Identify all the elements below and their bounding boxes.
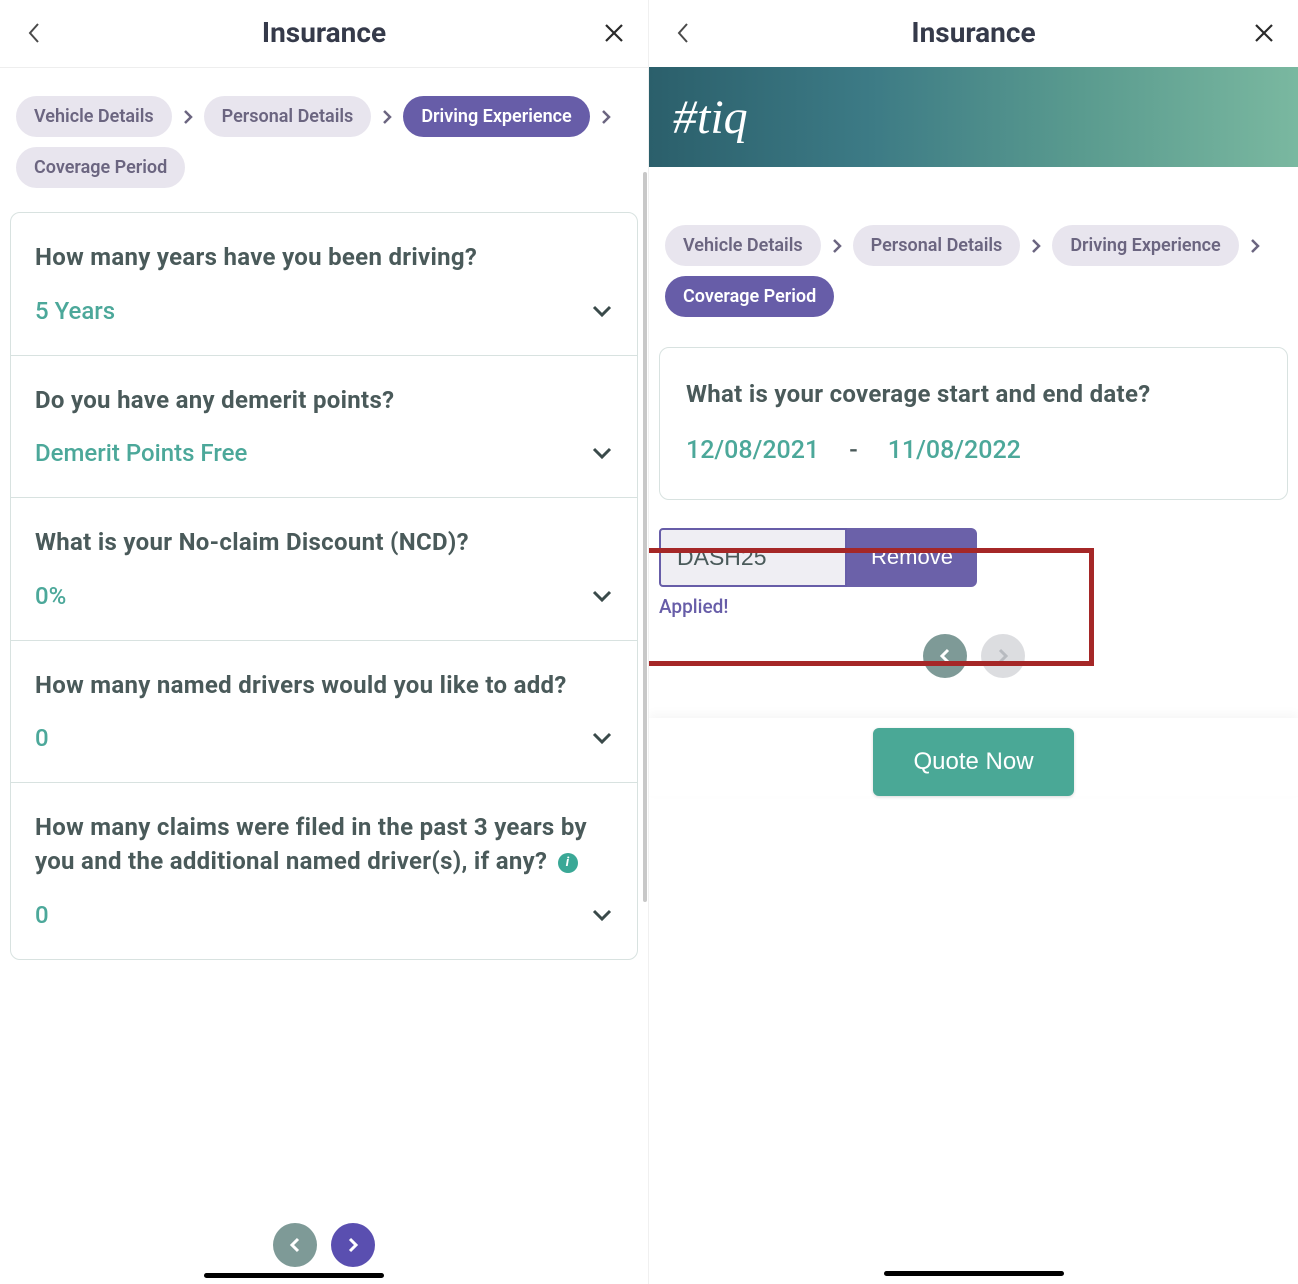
chevron-right-icon [996,647,1010,665]
promo-code-input[interactable] [659,528,847,587]
crumb-driving-experience[interactable]: Driving Experience [1052,225,1238,266]
date-separator: - [849,436,858,465]
dropdown-value: 0 [35,901,49,929]
close-icon [1253,22,1275,44]
question-text: How many claims were filed in the past 3… [35,811,613,878]
form-content: What is your coverage start and end date… [649,327,1298,510]
chevron-right-icon [381,109,393,125]
question-ncd: What is your No-claim Discount (NCD)? 0% [11,498,637,641]
chevron-left-icon [27,22,41,44]
question-years-driving: How many years have you been driving? 5 … [11,213,637,356]
form-card: How many years have you been driving? 5 … [10,212,638,960]
nav-prev-button[interactable] [273,1223,317,1267]
crumb-personal-details[interactable]: Personal Details [204,96,372,137]
crumb-coverage-period[interactable]: Coverage Period [665,276,834,317]
quote-now-button[interactable]: Quote Now [873,728,1073,796]
nav-next-button[interactable] [331,1223,375,1267]
question-text: What is your coverage start and end date… [686,378,1261,412]
dropdown-years-driving[interactable]: 5 Years [35,297,613,325]
bottom-nav [0,1205,648,1278]
chevron-right-icon [1030,238,1042,254]
dropdown-value: 0% [35,582,66,610]
home-indicator[interactable] [884,1271,1064,1276]
chevron-right-icon [600,109,612,125]
question-text: Do you have any demerit points? [35,384,613,418]
quote-button-wrap: Quote Now [649,718,1298,796]
remove-promo-button[interactable]: Remove [847,528,977,587]
chevron-down-icon [591,446,613,460]
nav-prev-button[interactable] [923,634,967,678]
scrollbar[interactable] [643,172,647,902]
question-text: What is your No-claim Discount (NCD)? [35,526,613,560]
chevron-down-icon [591,908,613,922]
question-claims: How many claims were filed in the past 3… [11,783,637,958]
brand-banner: #tiq [649,67,1298,167]
close-button[interactable] [1252,21,1276,45]
chevron-down-icon [591,304,613,318]
header: Insurance [0,0,648,68]
pagination-nav [649,634,1298,678]
header: Insurance [649,0,1298,67]
close-icon [603,22,625,44]
chevron-left-icon [676,22,690,44]
nav-next-button [981,634,1025,678]
page-title: Insurance [262,16,386,49]
crumb-driving-experience[interactable]: Driving Experience [403,96,589,137]
date-range-picker[interactable]: 12/08/2021 - 11/08/2022 [686,436,1261,465]
crumb-vehicle-details[interactable]: Vehicle Details [665,225,821,266]
crumb-coverage-period[interactable]: Coverage Period [16,147,185,188]
page-title: Insurance [911,16,1035,49]
chevron-down-icon [591,589,613,603]
crumb-vehicle-details[interactable]: Vehicle Details [16,96,172,137]
breadcrumb: Vehicle Details Personal Details Driving… [649,167,1298,327]
close-button[interactable] [602,21,626,45]
start-date: 12/08/2021 [686,436,819,465]
brand-logo: #tiq [673,90,748,145]
dropdown-ncd[interactable]: 0% [35,582,613,610]
dropdown-demerit-points[interactable]: Demerit Points Free [35,439,613,467]
chevron-left-icon [938,647,952,665]
question-named-drivers: How many named drivers would you like to… [11,641,637,784]
chevron-right-icon [1249,238,1261,254]
end-date: 11/08/2022 [888,436,1021,465]
question-demerit-points: Do you have any demerit points? Demerit … [11,356,637,499]
question-coverage-dates: What is your coverage start and end date… [660,348,1287,499]
dropdown-claims[interactable]: 0 [35,901,613,929]
screen-coverage-period: Insurance #tiq Vehicle Details Personal … [649,0,1298,1284]
form-content: How many years have you been driving? 5 … [0,198,648,970]
question-text: How many named drivers would you like to… [35,669,613,703]
chevron-right-icon [831,238,843,254]
screen-driving-experience: Insurance Vehicle Details Personal Detai… [0,0,649,1284]
dropdown-named-drivers[interactable]: 0 [35,724,613,752]
promo-status-text: Applied! [659,595,1288,618]
home-indicator[interactable] [204,1273,384,1278]
info-icon[interactable]: i [558,853,578,873]
promo-code-section: Remove Applied! [649,510,1298,628]
question-label: How many claims were filed in the past 3… [35,813,587,875]
form-card: What is your coverage start and end date… [659,347,1288,500]
crumb-personal-details[interactable]: Personal Details [853,225,1021,266]
dropdown-value: 5 Years [35,297,115,325]
dropdown-value: Demerit Points Free [35,439,247,467]
dropdown-value: 0 [35,724,49,752]
chevron-right-icon [346,1236,360,1254]
chevron-down-icon [591,731,613,745]
chevron-right-icon [182,109,194,125]
question-text: How many years have you been driving? [35,241,613,275]
breadcrumb: Vehicle Details Personal Details Driving… [0,68,648,198]
chevron-left-icon [288,1236,302,1254]
back-button[interactable] [22,21,46,45]
back-button[interactable] [671,21,695,45]
